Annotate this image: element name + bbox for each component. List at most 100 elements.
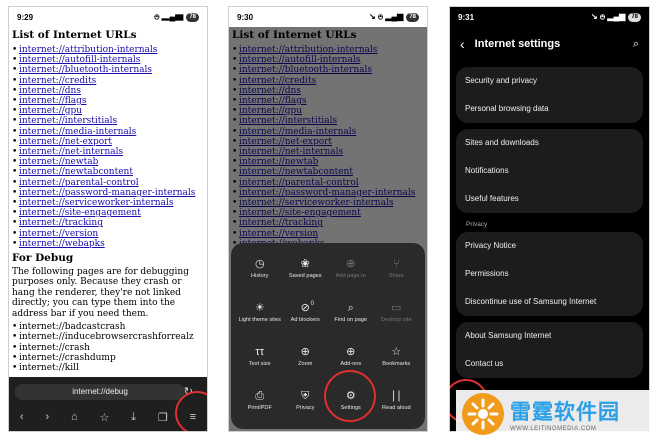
address-bar[interactable]: internet://debug xyxy=(15,384,185,400)
url-link-list: •internet://attribution-internals•intern… xyxy=(12,45,204,249)
add-page-to-icon: ⊕ xyxy=(346,258,356,270)
url-list-item: •internet://dns xyxy=(12,86,204,96)
bookmark-add-icon[interactable]: ☆ xyxy=(99,411,109,424)
url-list-item: •internet://gpu xyxy=(12,106,204,116)
url-list-item: •internet://tracking xyxy=(12,218,204,228)
url-link[interactable]: internet://dns xyxy=(19,86,81,96)
setting-contact-us[interactable]: Contact us xyxy=(456,350,643,378)
status-signal: ⦺ ▂▄▆ xyxy=(154,12,184,21)
phone-screen-browser-page: 9:29 ⦺ ▂▄▆ 78 List of Internet URLs • int… xyxy=(8,6,208,432)
menu-item-read-aloud[interactable]: ∣∣ Read aloud xyxy=(374,383,420,427)
url-list-item: •internet://interstitials xyxy=(12,116,204,126)
menu-item-label: Add page to xyxy=(335,273,366,279)
debug-heading: For Debug xyxy=(12,252,74,265)
setting-useful-features[interactable]: Useful features xyxy=(456,185,643,213)
url-link[interactable]: internet://autofill-internals xyxy=(19,55,140,65)
menu-item-badge: 0 xyxy=(310,301,314,307)
url-link[interactable]: internet://media-internals xyxy=(19,127,136,137)
bullet: • xyxy=(12,187,18,198)
zoom-icon: ⊕ xyxy=(300,346,310,358)
bullet: • xyxy=(12,96,18,107)
find-on-page-icon: ⌕ xyxy=(347,302,354,314)
privacy-section-label: Privacy xyxy=(466,221,488,228)
menu-item-find-on-page[interactable]: ⌕ Find on page xyxy=(328,295,374,339)
read-aloud-icon: ∣∣ xyxy=(390,390,402,402)
forward-icon[interactable]: › xyxy=(45,411,49,423)
url-link[interactable]: internet://attribution-internals xyxy=(19,45,157,55)
url-link[interactable]: internet://version xyxy=(19,229,98,239)
url-list-item: •internet://newtabcontent xyxy=(12,167,204,177)
bullet: • xyxy=(12,65,18,76)
watermark-url: WWW.LEITINGMEDIA.COM xyxy=(510,426,597,432)
setting-security-and-privacy[interactable]: Security and privacy xyxy=(456,67,643,95)
menu-item-ad-blockers[interactable]: ⊘ 0 Ad blockers xyxy=(283,295,329,339)
bookmarks-icon: ☆ xyxy=(391,346,402,358)
url-link[interactable]: internet://credits xyxy=(19,76,96,86)
menu-item-label: Privacy xyxy=(296,405,315,411)
status-time: 9:31 xyxy=(458,12,475,22)
watermark-logo-icon xyxy=(462,393,504,435)
url-link[interactable]: internet://parental-control xyxy=(19,178,139,188)
menu-item-label: Text size xyxy=(248,361,271,367)
bullet: • xyxy=(12,228,18,239)
url-link[interactable]: internet://serviceworker-internals xyxy=(19,198,173,208)
download-icon[interactable]: ⤓ xyxy=(131,411,136,424)
url-link[interactable]: internet://newtabcontent xyxy=(19,167,133,177)
bullet: • xyxy=(12,198,18,209)
menu-item-label: Zoom xyxy=(298,361,313,367)
menu-item-print-pdf[interactable]: ⎙ Print/PDF xyxy=(237,383,283,427)
url-list-item: •internet://parental-control xyxy=(12,178,204,188)
battery-badge: 78 xyxy=(628,12,641,22)
url-link[interactable]: internet://password-manager-internals xyxy=(19,188,195,198)
url-list-item: •internet://site-engagement xyxy=(12,208,204,218)
back-arrow-icon[interactable]: ‹ xyxy=(460,36,465,52)
setting-privacy-notice[interactable]: Privacy Notice xyxy=(456,232,643,260)
status-bar: 9:30 ↘ ⦺ ▂▄▆ 78 xyxy=(229,7,427,27)
tabs-icon[interactable]: ❐ xyxy=(158,411,168,424)
menu-item-light-theme-sites[interactable]: ☀ Light theme sites xyxy=(237,295,283,339)
menu-item-text-size[interactable]: ττ Text size xyxy=(237,339,283,383)
url-link[interactable]: internet://newtab xyxy=(19,157,98,167)
url-link[interactable]: internet://interstitials xyxy=(19,116,117,126)
url-link[interactable]: internet://flags xyxy=(19,96,87,106)
url-link[interactable]: internet://net-export xyxy=(19,137,112,147)
url-link[interactable]: internet://net-internals xyxy=(19,147,123,157)
home-icon[interactable]: ⌂ xyxy=(71,411,78,423)
setting-notifications[interactable]: Notifications xyxy=(456,157,643,185)
bullet: • xyxy=(12,238,18,249)
menu-item-privacy[interactable]: ⛨ Privacy xyxy=(283,383,329,427)
highlight-circle-menu xyxy=(175,391,207,431)
url-link[interactable]: internet://site-engagement xyxy=(19,208,141,218)
debug-url-list: • internet://badcastcrash • internet://indu… xyxy=(12,322,204,373)
menu-item-saved-pages[interactable]: ❀ Saved pages xyxy=(283,251,329,295)
search-icon[interactable]: ⌕ xyxy=(633,38,639,51)
url-link[interactable]: internet://gpu xyxy=(19,106,82,116)
url-list-item: •internet://version xyxy=(12,229,204,239)
menu-item-bookmarks[interactable]: ☆ Bookmarks xyxy=(374,339,420,383)
bullet: • xyxy=(12,45,18,55)
setting-about-samsung-internet[interactable]: About Samsung Internet xyxy=(456,322,643,350)
menu-item-label: Add-ons xyxy=(340,361,362,367)
bullet: • xyxy=(12,75,18,86)
url-link[interactable]: internet://bluetooth-internals xyxy=(19,65,152,75)
saved-pages-icon: ❀ xyxy=(300,258,310,270)
back-icon[interactable]: ‹ xyxy=(20,411,24,423)
menu-item-history[interactable]: ◷ History xyxy=(237,251,283,295)
setting-permissions[interactable]: Permissions xyxy=(456,260,643,288)
url-link[interactable]: internet://tracking xyxy=(19,218,103,228)
highlight-circle-settings xyxy=(324,370,376,422)
menu-item-share[interactable]: ⑂ Share xyxy=(374,251,420,295)
settings-header: ‹ Internet settings ⌕ xyxy=(450,27,649,61)
setting-personal-browsing-data[interactable]: Personal browsing data xyxy=(456,95,643,123)
menu-item-desktop-site[interactable]: ▭ Desktop site xyxy=(374,295,420,339)
debug-url-text: internet://kill xyxy=(19,362,79,373)
url-link[interactable]: internet://webapks xyxy=(19,239,105,249)
url-list-item: •internet://attribution-internals xyxy=(12,45,204,55)
url-list-item: •internet://flags xyxy=(12,96,204,106)
setting-discontinue-use[interactable]: Discontinue use of Samsung Internet xyxy=(456,288,643,316)
desktop-site-icon: ▭ xyxy=(391,302,402,314)
url-list-item: •internet://bluetooth-internals xyxy=(12,65,204,75)
menu-item-add-page-to[interactable]: ⊕ Add page to xyxy=(328,251,374,295)
menu-item-zoom[interactable]: ⊕ Zoom xyxy=(283,339,329,383)
setting-sites-and-downloads[interactable]: Sites and downloads xyxy=(456,129,643,157)
